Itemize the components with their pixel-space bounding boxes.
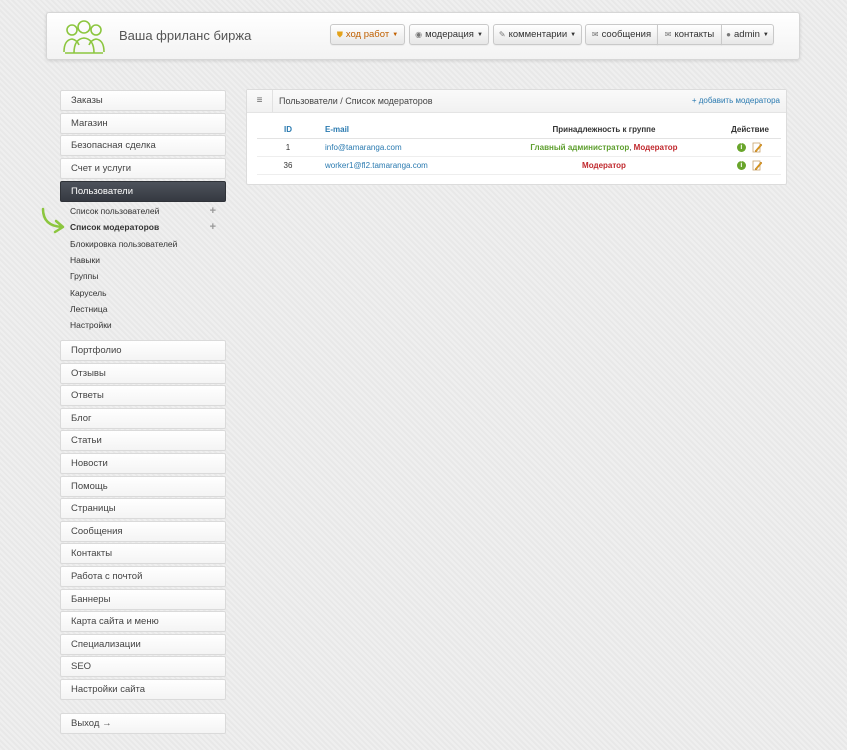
moderators-table: ID E-mail Принадлежность к группе Действ…: [257, 121, 781, 175]
sidebar-subitem-user-list[interactable]: Список пользователей +: [70, 204, 226, 218]
column-header-action: Действие: [719, 121, 781, 139]
sidebar-subitem-ladder[interactable]: Лестница: [70, 302, 226, 316]
envelope-icon: ✉: [664, 30, 672, 39]
group-moderator-label: Модератор: [633, 142, 678, 152]
sidebar-subitem-skills[interactable]: Навыки: [70, 253, 226, 267]
sidebar-item-contacts[interactable]: Контакты: [60, 543, 226, 564]
work-progress-button[interactable]: ⛊ ход работ ▼: [330, 24, 405, 45]
sidebar-item-news[interactable]: Новости: [60, 453, 226, 474]
sidebar-item-orders[interactable]: Заказы: [60, 90, 226, 111]
sidebar-subitem-moderator-list[interactable]: Список модераторов +: [70, 220, 226, 234]
sidebar-subitem-user-blocking[interactable]: Блокировка пользователей: [70, 237, 226, 251]
group-moderator-label: Модератор: [582, 160, 626, 170]
sidebar-item-blog[interactable]: Блог: [60, 408, 226, 429]
sidebar-item-reviews[interactable]: Отзывы: [60, 363, 226, 384]
moderation-label: модерация: [425, 29, 474, 40]
messages-label: сообщения: [601, 29, 652, 40]
contacts-label: контакты: [674, 29, 715, 40]
sidebar-subitem-label: Список модераторов: [70, 222, 160, 232]
sidebar-item-banners[interactable]: Баннеры: [60, 589, 226, 610]
user-icon: ●: [726, 30, 731, 39]
sidebar-item-articles[interactable]: Статьи: [60, 430, 226, 451]
chevron-down-icon: ▼: [570, 32, 577, 38]
row-group: Модератор: [489, 156, 719, 175]
envelope-icon: ✉: [591, 30, 599, 39]
admin-user-button[interactable]: ● admin ▼: [721, 24, 774, 45]
moderators-panel: ≡ Пользователи / Список модераторов + до…: [246, 89, 787, 185]
sidebar-subitem-settings[interactable]: Настройки: [70, 318, 226, 332]
sidebar-subitem-groups[interactable]: Группы: [70, 269, 226, 283]
pointer-arrow-icon: [41, 207, 65, 234]
logo-icon[interactable]: [61, 18, 107, 56]
row-email[interactable]: worker1@fl2.tamaranga.com: [319, 156, 489, 175]
sidebar-item-answers[interactable]: Ответы: [60, 385, 226, 406]
table-row: 36 worker1@fl2.tamaranga.com Модератор i: [257, 156, 781, 175]
row-actions: i: [719, 156, 781, 175]
sidebar-item-help[interactable]: Помощь: [60, 476, 226, 497]
sidebar-item-portfolio[interactable]: Портфолио: [60, 340, 226, 361]
pencil-icon: ✎: [498, 30, 506, 39]
moderation-button[interactable]: ◉ модерация ▼: [409, 24, 489, 45]
sidebar-item-specializations[interactable]: Специализации: [60, 634, 226, 655]
sidebar-subitem-carousel[interactable]: Карусель: [70, 286, 226, 300]
row-id: 36: [257, 156, 319, 175]
admin-label: admin: [734, 29, 760, 40]
eye-icon: ◉: [415, 30, 423, 39]
contacts-button[interactable]: ✉ контакты: [657, 24, 722, 45]
column-header-email[interactable]: E-mail: [319, 121, 489, 139]
row-actions: i: [719, 138, 781, 157]
comments-label: комментарии: [508, 29, 568, 40]
chevron-down-icon: ▼: [476, 32, 483, 38]
table-row: 1 info@tamaranga.com Главный администрат…: [257, 138, 781, 157]
sidebar-item-users[interactable]: Пользователи: [60, 181, 226, 202]
shield-icon: ⛊: [336, 30, 343, 39]
add-moderator-link[interactable]: + добавить модератора: [692, 96, 780, 105]
sidebar-item-shop[interactable]: Магазин: [60, 113, 226, 134]
breadcrumb: Пользователи / Список модераторов: [279, 96, 433, 106]
sidebar-item-safe-deal[interactable]: Безопасная сделка: [60, 135, 226, 156]
chevron-down-icon: ▼: [762, 32, 769, 38]
sidebar-item-mail[interactable]: Работа с почтой: [60, 566, 226, 587]
plus-icon[interactable]: +: [210, 204, 216, 218]
column-header-group: Принадлежность к группе: [489, 121, 719, 139]
menu-icon[interactable]: ≡: [247, 90, 273, 112]
messages-button[interactable]: ✉ сообщения: [585, 24, 658, 45]
column-header-id[interactable]: ID: [257, 121, 319, 139]
sidebar-item-logout[interactable]: Выход →: [60, 713, 226, 734]
row-group: Главный администратор, Модератор: [489, 138, 719, 157]
sidebar-item-pages[interactable]: Страницы: [60, 498, 226, 519]
comments-button[interactable]: ✎ комментарии ▼: [493, 24, 582, 45]
row-id: 1: [257, 138, 319, 157]
edit-icon[interactable]: [752, 160, 763, 171]
edit-icon[interactable]: [752, 142, 763, 153]
top-header: Ваша фриланс биржа ⛊ ход работ ▼ ◉ модераци…: [46, 12, 800, 60]
table-header-row: ID E-mail Принадлежность к группе Действ…: [257, 121, 781, 139]
panel-header: ≡ Пользователи / Список модераторов + до…: [247, 90, 786, 113]
sidebar-item-site-settings[interactable]: Настройки сайта: [60, 679, 226, 700]
work-progress-label: ход работ: [345, 29, 390, 40]
info-icon[interactable]: i: [736, 142, 746, 152]
info-icon[interactable]: i: [736, 160, 746, 170]
plus-icon[interactable]: +: [210, 220, 216, 234]
sidebar-item-billing[interactable]: Счет и услуги: [60, 158, 226, 179]
site-brand[interactable]: Ваша фриланс биржа: [119, 28, 251, 43]
group-admin-label: Главный администратор: [530, 142, 630, 152]
sidebar-item-seo[interactable]: SEO: [60, 656, 226, 677]
sidebar-subitem-label: Список пользователей: [70, 206, 160, 216]
sidebar-item-messages[interactable]: Сообщения: [60, 521, 226, 542]
chevron-down-icon: ▼: [392, 32, 399, 38]
row-email[interactable]: info@tamaranga.com: [319, 138, 489, 157]
sidebar-item-sitemap[interactable]: Карта сайта и меню: [60, 611, 226, 632]
